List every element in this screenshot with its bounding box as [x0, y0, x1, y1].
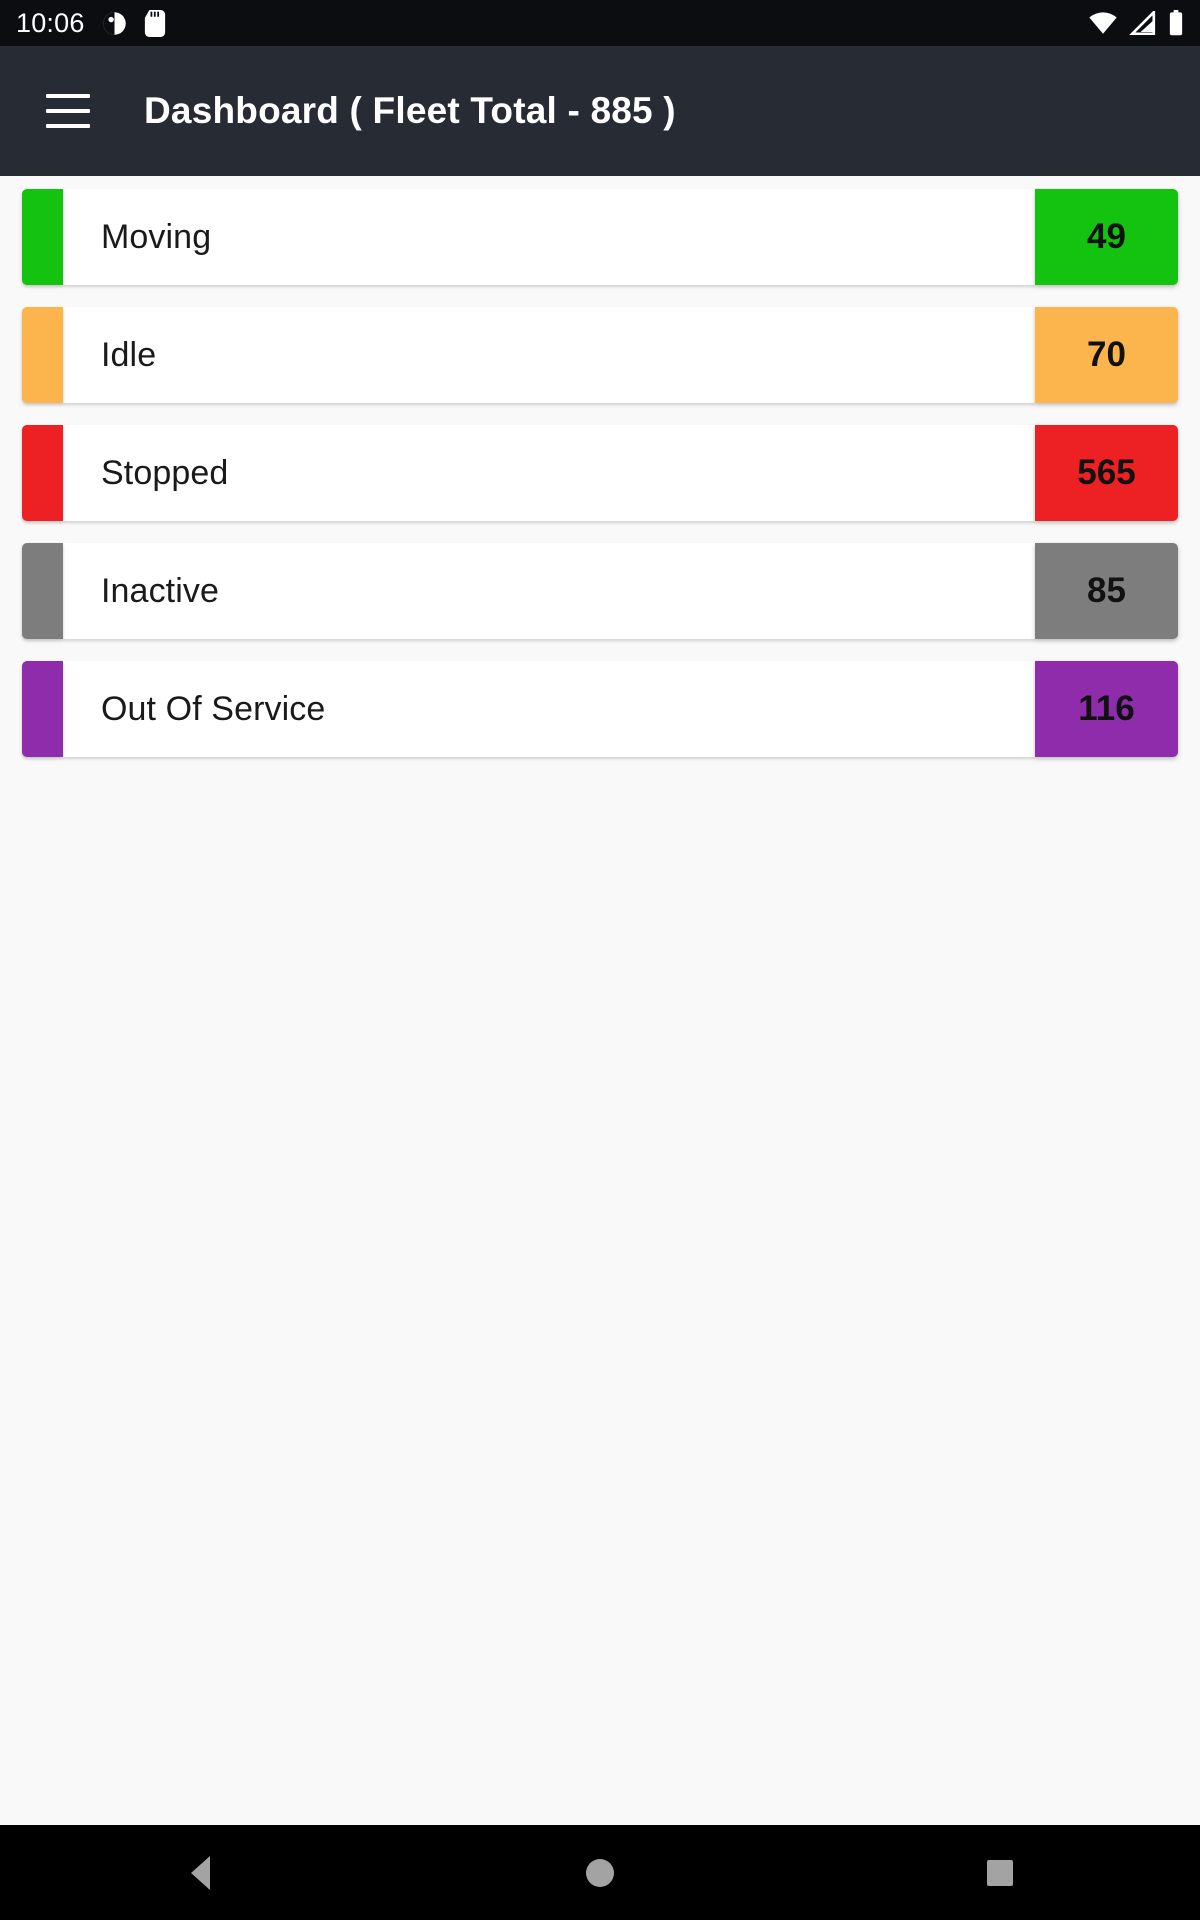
status-count-value: 49 [1087, 217, 1126, 256]
list-item[interactable]: Inactive 85 [22, 543, 1178, 639]
fleet-status-list: Moving 49 Idle 70 Stopped 565 Inactive 8… [0, 176, 1200, 757]
status-bar-right [1088, 10, 1184, 36]
status-color-bar [22, 425, 63, 521]
list-item[interactable]: Stopped 565 [22, 425, 1178, 521]
status-card[interactable]: Moving [63, 189, 1035, 285]
do-not-disturb-icon [102, 11, 126, 35]
status-bar: 10:06 [0, 0, 1200, 46]
status-label: Inactive [101, 571, 219, 610]
status-count-value: 116 [1078, 689, 1135, 728]
status-card[interactable]: Idle [63, 307, 1035, 403]
status-card[interactable]: Inactive [63, 543, 1035, 639]
home-button[interactable] [540, 1825, 660, 1920]
status-card[interactable]: Stopped [63, 425, 1035, 521]
list-item[interactable]: Out Of Service 116 [22, 661, 1178, 757]
circle-home-icon [586, 1858, 614, 1887]
status-label: Stopped [101, 453, 229, 492]
recents-button[interactable] [940, 1825, 1060, 1920]
page-title: Dashboard ( Fleet Total - 885 ) [144, 90, 676, 131]
status-color-bar [22, 661, 63, 757]
status-label: Out Of Service [101, 689, 326, 728]
app-screen: 10:06 Dashboard (Fleet Total - 885) Mo… [0, 0, 1200, 1920]
status-card[interactable]: Out Of Service [63, 661, 1035, 757]
list-item[interactable]: Idle 70 [22, 307, 1178, 403]
status-bar-clock: 10:06 [16, 7, 85, 38]
status-count-badge[interactable]: 85 [1035, 543, 1178, 639]
status-count-value: 85 [1087, 571, 1126, 610]
status-color-bar [22, 543, 63, 639]
status-count-value: 565 [1077, 453, 1136, 492]
list-item[interactable]: Moving 49 [22, 189, 1178, 285]
hamburger-menu-icon[interactable] [46, 94, 90, 128]
status-count-badge[interactable]: 116 [1035, 661, 1178, 757]
cellular-signal-icon [1129, 11, 1156, 35]
square-recents-icon [987, 1859, 1013, 1886]
status-count-badge[interactable]: 565 [1035, 425, 1178, 521]
status-color-bar [22, 189, 63, 285]
status-count-badge[interactable]: 49 [1035, 189, 1178, 285]
status-count-value: 70 [1087, 335, 1126, 374]
triangle-back-icon [190, 1855, 210, 1890]
sd-card-icon [144, 9, 165, 37]
android-navigation-bar [0, 1825, 1200, 1920]
battery-icon [1169, 10, 1183, 36]
status-bar-left: 10:06 [16, 7, 166, 38]
status-color-bar [22, 307, 63, 403]
status-label: Moving [101, 217, 212, 256]
status-label: Idle [101, 335, 157, 374]
status-count-badge[interactable]: 70 [1035, 307, 1178, 403]
back-button[interactable] [140, 1825, 260, 1920]
app-bar: Dashboard ( Fleet Total - 885 ) [0, 46, 1200, 176]
wifi-icon [1089, 12, 1117, 34]
